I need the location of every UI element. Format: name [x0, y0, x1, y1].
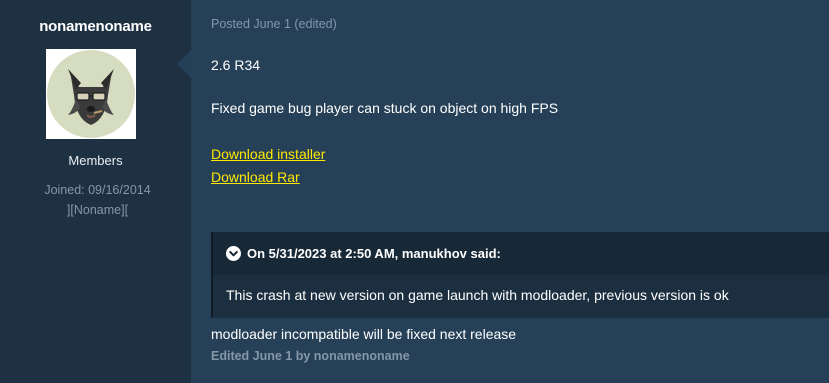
joined-date: Joined: 09/16/2014	[44, 183, 151, 197]
download-rar-link[interactable]: Download Rar	[211, 169, 300, 185]
quote-header: On 5/31/2023 at 2:50 AM, manukhov said:	[213, 232, 829, 275]
reply-text: modloader incompatible will be fixed nex…	[211, 326, 517, 342]
avatar[interactable]	[46, 49, 136, 139]
post-body: Posted June 1 (edited) 2.6 R34 Fixed gam…	[191, 0, 829, 383]
member-group: Members	[68, 153, 123, 168]
author-name[interactable]: nonamenoname	[0, 18, 191, 35]
custom-title: ][Noname][	[66, 203, 129, 217]
quote-block: On 5/31/2023 at 2:50 AM, manukhov said: …	[211, 232, 829, 318]
download-installer-link[interactable]: Download installer	[211, 146, 325, 162]
author-pane: nonamenoname Members Joined: 09/16/2014 …	[0, 0, 191, 383]
post-date[interactable]: Posted June 1 (edited)	[211, 17, 337, 31]
chevron-down-circle-icon[interactable]	[226, 246, 241, 261]
post-pointer-arrow	[177, 50, 191, 78]
quote-citation: On 5/31/2023 at 2:50 AM, manukhov said:	[247, 246, 501, 261]
post-version-text: 2.6 R34	[211, 57, 261, 73]
post-changelog-text: Fixed game bug player can stuck on objec…	[211, 100, 559, 116]
edited-note: Edited June 1 by nonamenoname	[211, 349, 410, 363]
quote-text: This crash at new version on game launch…	[226, 287, 729, 303]
